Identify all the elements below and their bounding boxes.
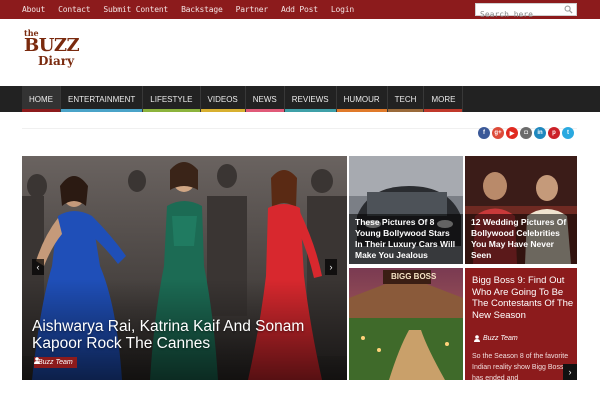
nav-item-more[interactable]: MORE [424, 86, 464, 112]
nav-color-bar [245, 109, 284, 112]
social-icons: f g+ ▶ ◘ in p t [478, 127, 574, 139]
card-caption: These Pictures Of 8 Young Bollywood Star… [349, 214, 463, 264]
nav-color-bar [336, 109, 387, 112]
red-card-excerpt: So the Season 8 of the favorite Indian r… [472, 353, 569, 382]
article-card-cars[interactable]: These Pictures Of 8 Young Bollywood Star… [349, 156, 463, 264]
icon-glyph: in [537, 130, 543, 136]
search-box [475, 3, 577, 20]
nav-item-label: LIFESTYLE [150, 94, 193, 104]
nav-item-videos[interactable]: VIDEOS [200, 86, 246, 112]
author-name: Buzz Team [483, 335, 518, 342]
icon-glyph: t [567, 130, 569, 136]
twitter-icon[interactable]: t [562, 127, 574, 139]
red-card-author-badge[interactable]: Buzz Team [472, 334, 520, 343]
top-link-backstage[interactable]: Backstage [181, 5, 223, 14]
nav-item-lifestyle[interactable]: LIFESTYLE [143, 86, 201, 112]
user-icon [474, 335, 480, 342]
top-link-login[interactable]: Login [331, 5, 354, 14]
bigg-boss-sign: BIGG BOSS [391, 272, 437, 281]
nav-color-bar [22, 109, 60, 112]
top-link-add-post[interactable]: Add Post [281, 5, 318, 14]
nav-color-bar [200, 109, 245, 112]
nav-color-bar [61, 109, 143, 112]
nav-item-label: ENTERTAINMENT [68, 94, 136, 104]
featured-author-badge[interactable]: Buzz Team [34, 357, 77, 368]
icon-glyph: f [483, 130, 485, 136]
nav-item-reviews[interactable]: REVIEWS [284, 86, 337, 112]
top-link-about[interactable]: About [22, 5, 45, 14]
article-card-bigg-boss[interactable]: BIGG BOSS [349, 268, 463, 380]
article-card-bigg-boss-text[interactable]: Bigg Boss 9: Find Out Who Are Going To B… [465, 268, 577, 382]
nav-item-tech[interactable]: TECH [387, 86, 425, 112]
top-link-partner[interactable]: Partner [236, 5, 269, 14]
nav-item-label: TECH [394, 94, 417, 104]
nav-item-label: HOME [29, 94, 53, 104]
card-image-bigg-boss [349, 268, 463, 380]
icon-glyph: ▶ [509, 130, 515, 137]
featured-slider[interactable]: ‹ › Aishwarya Rai, Katrina Kaif And Sona… [22, 156, 347, 380]
nav-item-entertainment[interactable]: ENTERTAINMENT [61, 86, 144, 112]
slider-prev-button[interactable]: ‹ [32, 259, 44, 275]
nav-item-label: VIDEOS [207, 94, 238, 104]
main-nav: HOME ENTERTAINMENT LIFESTYLE VIDEOS NEWS… [0, 86, 600, 112]
card-caption: 12 Wedding Pictures Of Bollywood Celebri… [465, 214, 577, 264]
red-card-title[interactable]: Bigg Boss 9: Find Out Who Are Going To B… [472, 275, 574, 321]
nav-item-humour[interactable]: HUMOUR [336, 86, 388, 112]
icon-glyph: p [552, 130, 556, 136]
site-logo[interactable]: the BUZZ Diary [22, 28, 82, 72]
next-arrow-button[interactable]: › [563, 364, 577, 380]
logo-diary: Diary [38, 54, 75, 68]
pinterest-icon[interactable]: p [548, 127, 560, 139]
nav-item-label: REVIEWS [291, 94, 329, 104]
author-name: Buzz Team [38, 359, 73, 366]
top-links: About Contact Submit Content Backstage P… [22, 0, 354, 19]
google-plus-icon[interactable]: g+ [492, 127, 504, 139]
slider-next-button[interactable]: › [325, 259, 337, 275]
nav-color-bar [424, 109, 463, 112]
youtube-icon[interactable]: ▶ [506, 127, 518, 139]
logo-buzz: BUZZ [24, 35, 80, 56]
nav-item-news[interactable]: NEWS [245, 86, 285, 112]
top-link-contact[interactable]: Contact [58, 5, 91, 14]
linkedin-icon[interactable]: in [534, 127, 546, 139]
nav-color-bar [284, 109, 336, 112]
article-card-wedding[interactable]: 12 Wedding Pictures Of Bollywood Celebri… [465, 156, 577, 264]
instagram-icon[interactable]: ◘ [520, 127, 532, 139]
icon-glyph: ◘ [524, 130, 528, 136]
search-icon[interactable] [564, 5, 573, 14]
featured-title[interactable]: Aishwarya Rai, Katrina Kaif And Sonam Ka… [32, 318, 342, 352]
nav-item-home[interactable]: HOME [22, 86, 61, 112]
icon-glyph: g+ [494, 130, 502, 136]
nav-items: HOME ENTERTAINMENT LIFESTYLE VIDEOS NEWS… [22, 86, 464, 112]
nav-color-bar [387, 109, 424, 112]
nav-item-label: NEWS [252, 94, 277, 104]
facebook-icon[interactable]: f [478, 127, 490, 139]
nav-item-label: HUMOUR [343, 94, 380, 104]
top-bar: About Contact Submit Content Backstage P… [0, 0, 600, 20]
nav-item-label: MORE [431, 94, 456, 104]
user-icon [34, 357, 40, 364]
search-input[interactable] [476, 9, 562, 20]
nav-color-bar [143, 109, 200, 112]
top-link-submit-content[interactable]: Submit Content [103, 5, 168, 14]
